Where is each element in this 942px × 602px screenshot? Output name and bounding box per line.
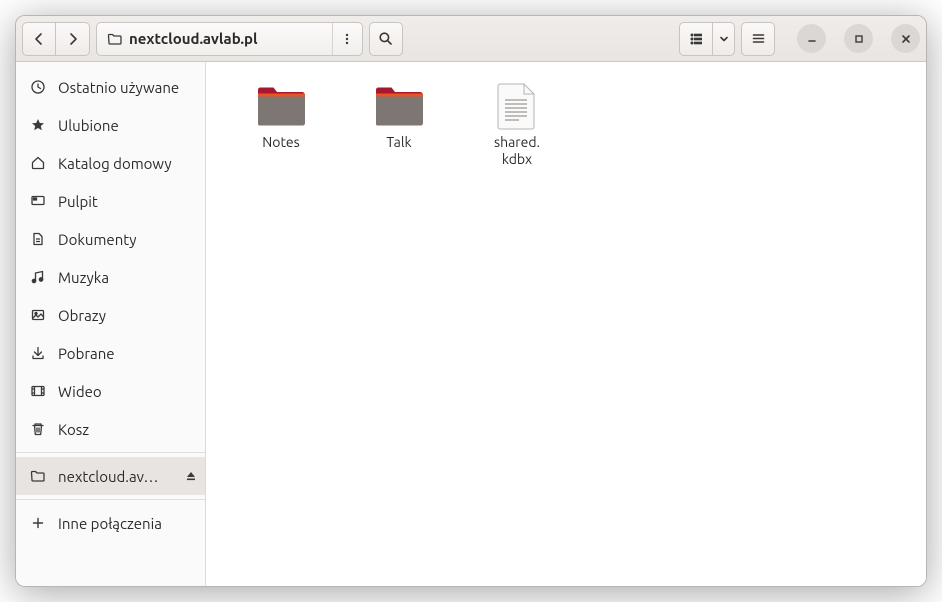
sidebar-item-other-locations[interactable]: Inne połączenia — [16, 504, 205, 542]
network-folder-icon — [30, 468, 46, 484]
pictures-icon — [30, 307, 46, 323]
file-item[interactable]: shared. kdbx — [462, 76, 572, 174]
sidebar-item-trash[interactable]: Kosz — [16, 410, 205, 448]
path-location-label: nextcloud.avlab.pl — [129, 30, 258, 47]
hamburger-menu-button[interactable] — [741, 22, 775, 56]
sidebar-item-label: Katalog domowy — [58, 155, 199, 172]
file-name: Talk — [386, 134, 411, 151]
sidebar-item-label: Wideo — [58, 383, 199, 400]
eject-icon[interactable] — [183, 468, 199, 484]
sidebar-item-label: Kosz — [58, 421, 199, 438]
home-icon — [30, 155, 46, 171]
content-area: Ostatnio używane Ulubione Katalog domowy… — [16, 62, 926, 586]
sidebar-item-label: nextcloud.av… — [58, 468, 171, 485]
sidebar-item-label: Muzyka — [58, 269, 199, 286]
sidebar-item-downloads[interactable]: Pobrane — [16, 334, 205, 372]
pathbar: nextcloud.avlab.pl — [96, 22, 363, 56]
sidebar-item-label: Pobrane — [58, 345, 199, 362]
path-location-button[interactable]: nextcloud.avlab.pl — [97, 30, 332, 47]
desktop-icon — [30, 193, 46, 209]
downloads-icon — [30, 345, 46, 361]
file-name: Notes — [262, 134, 299, 151]
sidebar-divider — [16, 499, 205, 500]
sidebar-item-label: Inne połączenia — [58, 515, 199, 532]
search-button[interactable] — [369, 22, 403, 56]
close-button[interactable] — [891, 24, 920, 53]
text-file-icon — [489, 82, 545, 130]
nav-buttons — [22, 22, 90, 56]
view-buttons — [679, 22, 735, 56]
sidebar-item-recent[interactable]: Ostatnio używane — [16, 68, 205, 106]
sidebar-item-label: Dokumenty — [58, 231, 199, 248]
sidebar-item-desktop[interactable]: Pulpit — [16, 182, 205, 220]
maximize-button[interactable] — [844, 24, 873, 53]
minimize-button[interactable] — [797, 24, 826, 53]
forward-button[interactable] — [56, 22, 90, 56]
sidebar-item-label: Ostatnio używane — [58, 79, 199, 96]
folder-item[interactable]: Talk — [344, 76, 454, 174]
headerbar: nextcloud.avlab.pl — [16, 16, 926, 62]
videos-icon — [30, 383, 46, 399]
folder-icon — [371, 82, 427, 130]
file-manager-window: nextcloud.avlab.pl — [15, 15, 927, 587]
sidebar-item-documents[interactable]: Dokumenty — [16, 220, 205, 258]
sidebar-item-label: Ulubione — [58, 117, 199, 134]
music-icon — [30, 269, 46, 285]
network-folder-icon — [107, 31, 123, 47]
sidebar-item-label: Obrazy — [58, 307, 199, 324]
path-menu-button[interactable] — [332, 23, 362, 55]
sidebar-divider — [16, 452, 205, 453]
folder-item[interactable]: Notes — [226, 76, 336, 174]
sidebar-item-music[interactable]: Muzyka — [16, 258, 205, 296]
sidebar-item-favorites[interactable]: Ulubione — [16, 106, 205, 144]
view-dropdown-button[interactable] — [713, 22, 735, 56]
sidebar-item-pictures[interactable]: Obrazy — [16, 296, 205, 334]
back-button[interactable] — [22, 22, 56, 56]
trash-icon — [30, 421, 46, 437]
sidebar: Ostatnio używane Ulubione Katalog domowy… — [16, 62, 206, 586]
sidebar-item-videos[interactable]: Wideo — [16, 372, 205, 410]
sidebar-item-label: Pulpit — [58, 193, 199, 210]
star-icon — [30, 117, 46, 133]
file-view[interactable]: Notes Talk — [206, 62, 926, 586]
sidebar-item-home[interactable]: Katalog domowy — [16, 144, 205, 182]
folder-icon — [253, 82, 309, 130]
file-name: shared. kdbx — [494, 134, 540, 168]
view-list-button[interactable] — [679, 22, 713, 56]
sidebar-item-mount[interactable]: nextcloud.av… — [16, 457, 205, 495]
clock-icon — [30, 79, 46, 95]
documents-icon — [30, 231, 46, 247]
plus-icon — [30, 515, 46, 531]
